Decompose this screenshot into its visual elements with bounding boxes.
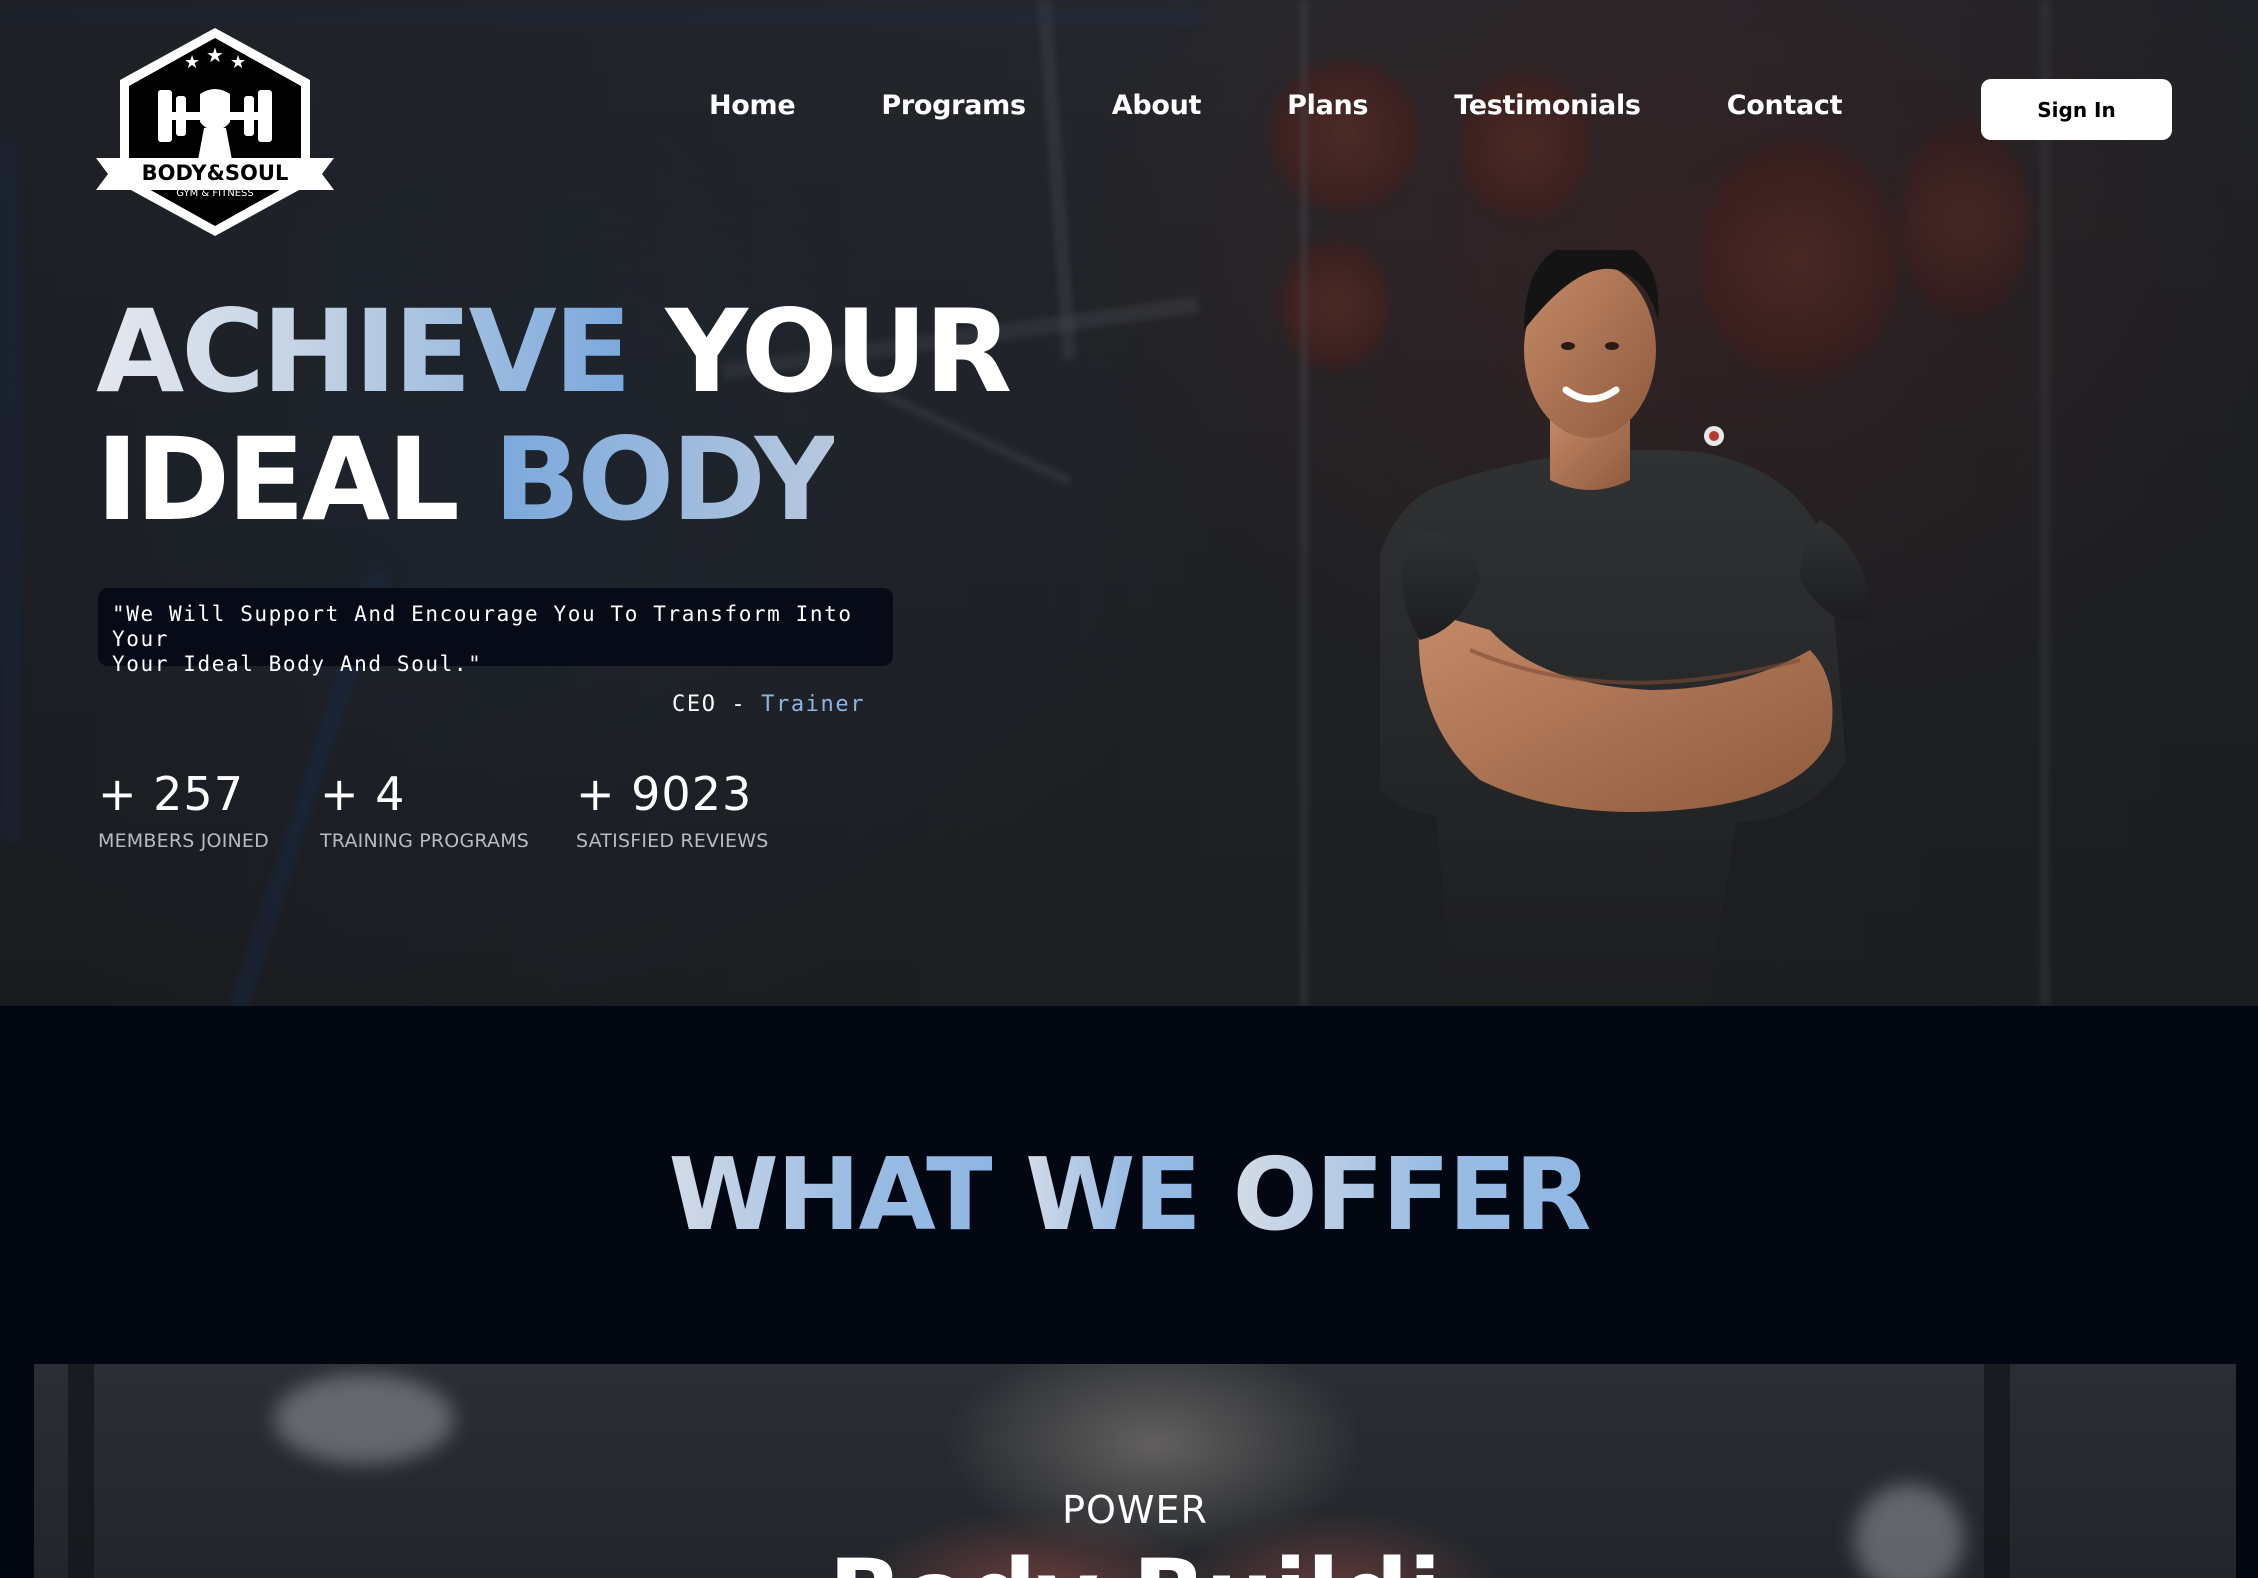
nav-link-programs[interactable]: Programs bbox=[881, 90, 1026, 121]
stat-value: + 4 bbox=[320, 767, 406, 821]
svg-text:★: ★ bbox=[230, 52, 246, 73]
hero-headline: ACHIEVE YOUR IDEAL BODY bbox=[96, 285, 1012, 546]
author-role: Trainer bbox=[761, 692, 866, 717]
program-name: Body Buildi bbox=[34, 1540, 2236, 1578]
headline-word: IDEAL bbox=[96, 413, 460, 546]
offer-section-title: WHAT WE OFFER bbox=[0, 1136, 2258, 1253]
background-light bbox=[274, 1374, 454, 1464]
stat-label: SATISFIED REVIEWS bbox=[576, 830, 769, 852]
quote-line: Your Ideal Body And Soul." bbox=[112, 652, 483, 676]
nav-link-plans[interactable]: Plans bbox=[1287, 90, 1368, 121]
headline-word: BODY bbox=[493, 413, 838, 546]
program-card-bodybuilding[interactable]: POWER Body Buildi bbox=[34, 1364, 2236, 1578]
stat-value: + 9023 bbox=[576, 767, 753, 821]
headline-word: YOUR bbox=[665, 285, 1012, 418]
nav-link-home[interactable]: Home bbox=[709, 90, 796, 121]
offer-title-word: WHAT bbox=[668, 1136, 994, 1253]
nav-link-contact[interactable]: Contact bbox=[1727, 90, 1843, 121]
quote-line: "We Will Support And Encourage You To Tr… bbox=[112, 602, 853, 651]
stat-programs: + 4 TRAINING PROGRAMS bbox=[320, 766, 529, 852]
brand-tagline: GYM & FITNESS bbox=[176, 188, 253, 199]
brand-name: BODY&SOUL bbox=[142, 161, 289, 185]
main-nav: Home Programs About Plans Testimonials C… bbox=[709, 90, 1843, 121]
brand-logo[interactable]: ★ ★ ★ BODY&SOUL GYM & FITNESS bbox=[96, 24, 334, 240]
stat-reviews: + 9023 SATISFIED REVIEWS bbox=[576, 766, 768, 852]
quote-author: CEO - Trainer bbox=[672, 692, 865, 717]
offer-title-word: OFFER bbox=[1232, 1136, 1592, 1253]
stat-label: MEMBERS JOINED bbox=[98, 830, 269, 852]
hero-quote: "We Will Support And Encourage You To Tr… bbox=[98, 588, 893, 676]
stat-label: TRAINING PROGRAMS bbox=[320, 830, 530, 852]
svg-text:★: ★ bbox=[184, 52, 200, 73]
author-separator: - bbox=[731, 692, 747, 717]
offer-title-word: WE bbox=[1025, 1136, 1202, 1253]
stat-members: + 257 MEMBERS JOINED bbox=[98, 766, 269, 852]
hero-section: ★ ★ ★ BODY&SOUL GYM & FITNESS Home Progr… bbox=[0, 0, 2258, 1006]
trainer-photo bbox=[1380, 250, 1870, 1006]
nav-link-testimonials[interactable]: Testimonials bbox=[1454, 90, 1641, 121]
svg-text:★: ★ bbox=[206, 43, 224, 67]
stat-value: + 257 bbox=[98, 767, 244, 821]
dumbbell-fist-badge-icon: ★ ★ ★ BODY&SOUL GYM & FITNESS bbox=[96, 28, 334, 236]
author-title: CEO bbox=[672, 692, 717, 717]
sign-in-button[interactable]: Sign In bbox=[1981, 79, 2172, 140]
program-category: POWER bbox=[1062, 1488, 1208, 1532]
headline-word: ACHIEVE bbox=[96, 285, 632, 418]
nav-link-about[interactable]: About bbox=[1112, 90, 1202, 121]
